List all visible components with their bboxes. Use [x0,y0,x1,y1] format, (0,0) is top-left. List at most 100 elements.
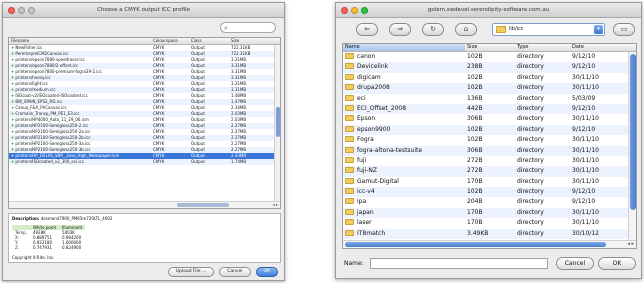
folder-name-cell: fuji-NZ [343,166,465,176]
column-header-type[interactable]: Type [515,44,570,51]
table-cell: directory [517,63,544,71]
column-header-class[interactable]: Class [189,38,229,44]
plus-icon: + [11,51,15,56]
folder-icon [345,73,354,80]
vertical-scrollbar[interactable] [274,45,280,201]
column-header-name[interactable]: Name [343,44,465,51]
table-row[interactable]: +printers/ISOcoated_v2_300_eci.icc CMYK Ou… [9,159,280,165]
plus-icon: + [11,147,15,152]
table-cell: 102B [467,136,483,144]
table-cell: directory [517,229,544,237]
table-cell: 30/11/10 [572,208,599,216]
table-row[interactable]: japan 170B directory 30/11/10 [343,207,636,219]
scroll-arrows-icon[interactable]: ◂ ▸ [627,241,634,248]
table-row[interactable]: ipa 204B directory 9/12/10 [343,197,636,207]
forward-button[interactable]: ⇒ [389,23,411,36]
table-row[interactable]: icc-v4 102B directory 9/12/10 [343,187,636,198]
plus-icon: + [11,63,15,68]
file-name: printers/HP4000_Auto_11_29_06.icm [15,117,89,122]
folder-icon [345,219,354,226]
search-icon: ⌕ [224,24,228,32]
table-row[interactable]: epson9900 102B directory 9/12/10 [343,124,636,136]
table-cell: 102B [467,53,483,60]
horizontal-scrollbar[interactable]: ◂ ▸ [9,201,280,208]
folder-icon [345,63,354,70]
description-label: Description: [12,216,40,221]
column-header-colourspace[interactable]: Colourspace [151,38,189,44]
table-row[interactable]: IT8match 3.49KB directory 30/10/12 [343,228,636,240]
name-field[interactable] [370,258,548,269]
chevron-down-icon[interactable]: ▾ [594,25,603,34]
description-value: desmond7900_PM65m720LTL_4002 [40,216,113,221]
cancel-button[interactable]: Cancel [219,267,251,277]
reload-button[interactable]: ↻ [422,23,444,36]
table-cell: 272B [467,167,483,175]
folder-name-cell: fogra-altona-testsuite [343,146,465,156]
column-header-size[interactable]: Size [465,44,515,51]
plus-icon: + [11,135,15,140]
column-header-date[interactable]: Date [570,44,628,51]
table-row[interactable]: fogra-altona-testsuite 306B directory 30/11… [343,145,636,156]
scroll-thumb[interactable] [345,242,606,247]
plus-icon: + [11,57,15,62]
table-row[interactable]: digicam 102B directory 30/11/10 [343,73,636,83]
file-name: Canua_F&A_PhCanvas.icc [15,105,67,110]
folder-icon [345,208,354,215]
table-row[interactable]: drupa2008 102B directory 30/11/10 [343,83,636,94]
ok-button[interactable]: OK [598,257,636,270]
table-row[interactable]: Devicelink 238B directory 9/12/10 [343,62,636,73]
table-cell: 30/11/10 [572,146,599,154]
vertical-scrollbar[interactable] [628,52,636,240]
table-cell: 9/12/10 [572,198,596,206]
home-button[interactable]: ⌂ [455,23,477,36]
folder-icon [345,229,354,236]
folder-name: fuji [357,156,367,164]
scroll-thumb[interactable] [630,54,636,210]
scroll-arrows-icon[interactable]: ◂ ▸ [273,202,278,208]
description-line: Description: desmond7900_PM65m720LTL_400… [12,216,277,222]
folder-name-cell: icc-v4 [343,187,465,197]
file-name: printers/medium.icc [15,87,56,92]
folder-name: icc-v4 [357,188,375,196]
table-cell: directory [517,73,544,81]
column-header-filename[interactable]: Filename [9,38,151,44]
table-row[interactable]: fuji-NZ 272B directory 30/11/10 [343,166,636,177]
upload-file-button[interactable]: Upload File ... [167,267,215,277]
folder-name-cell: canon [343,52,465,62]
table-cell: CMYK [153,159,165,164]
table-row[interactable]: Gamut-Digital 170B directory 30/11/10 [343,177,636,187]
plus-icon: + [11,45,15,50]
table-cell: directory [517,177,544,185]
new-folder-button[interactable]: ▭ [613,23,635,36]
table-cell: 170B [467,177,483,185]
table-row[interactable]: fuji 272B directory 30/11/10 [343,156,636,166]
file-name-cell: +printers/ISOcoated_v2_300_eci.icc [9,159,151,165]
ok-button[interactable]: OK [255,267,278,277]
table-row[interactable]: Fogra 102B directory 30/11/10 [343,135,636,145]
table-row[interactable]: laser 170B directory 30/11/10 [343,218,636,228]
folder-name-cell: Devicelink [343,62,465,72]
table-row[interactable]: eci 136B directory 5/03/09 [343,94,636,104]
table-cell: 9/12/10 [572,188,596,196]
scroll-thumb[interactable] [177,203,229,207]
table-row[interactable]: ECI_Offset_2008 442B directory 9/12/10 [343,103,636,115]
table-row[interactable]: canon 102B directory 9/12/10 [343,52,636,62]
horizontal-scrollbar[interactable]: ◂ ▸ [343,240,636,248]
search-input[interactable]: ⌕ [220,22,276,33]
table-body: +NewFisher.icc CMYK Output 722.31KB +PermIss… [9,45,280,165]
path-selector[interactable]: lib/icc ▾ [492,23,605,36]
titlebar: Choose a CMYK output ICC profile [3,3,284,18]
table-row[interactable]: Epson 306B directory 30/11/10 [343,114,636,124]
column-header-size[interactable]: Size [229,38,269,44]
back-button[interactable]: ⇐ [356,23,378,36]
table-cell: 30/11/10 [572,73,599,81]
table-cell: 5/03/09 [572,94,596,102]
folder-name: Fogra [357,136,374,144]
cancel-button[interactable]: Cancel [556,257,594,270]
table-cell: 102B [467,73,483,81]
file-name: ISOcoat-v2/ISOcoated-ISOcoated.icc [15,93,88,98]
table-cell: 272B [467,156,483,164]
home-icon: ⌂ [463,25,469,33]
file-name: BW_SPAIN_EPS2_RD.icc [15,99,63,104]
scroll-thumb[interactable] [276,107,280,137]
